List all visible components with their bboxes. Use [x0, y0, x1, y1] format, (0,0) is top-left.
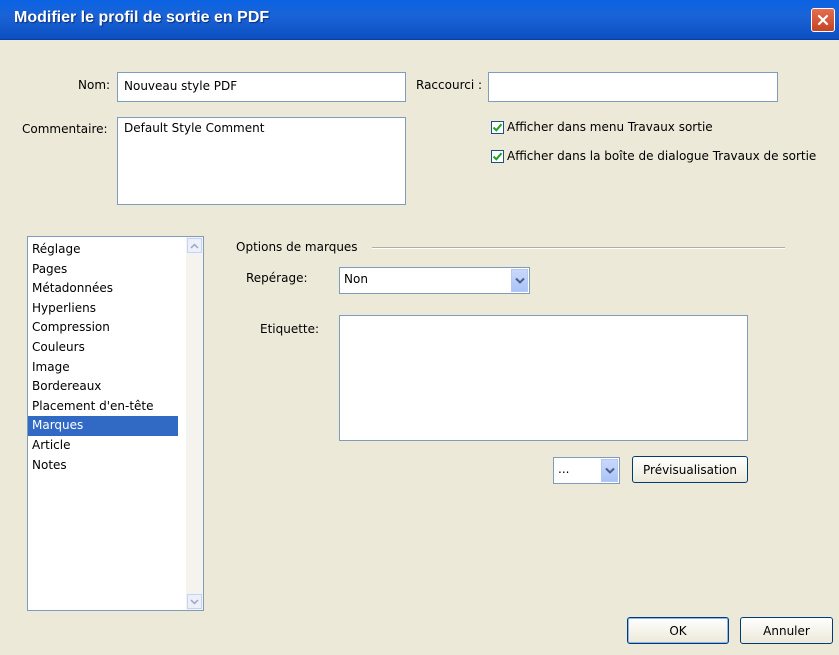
- checkbox-show-in-menu[interactable]: Afficher dans menu Travaux sortie: [491, 120, 713, 134]
- comment-label: Commentaire:: [22, 122, 108, 136]
- title-bar: Modifier le profil de sortie en PDF: [0, 0, 839, 40]
- list-item[interactable]: Image: [28, 358, 203, 378]
- dropdown-button[interactable]: [601, 459, 618, 482]
- dropdown-button[interactable]: [511, 269, 528, 292]
- registration-select[interactable]: Non: [339, 267, 530, 294]
- group-divider: [372, 247, 785, 249]
- label-field[interactable]: [339, 315, 748, 441]
- chevron-up-icon: [190, 242, 199, 249]
- checkbox-label: Afficher dans menu Travaux sortie: [507, 120, 713, 134]
- list-item[interactable]: Métadonnées: [28, 279, 203, 299]
- shortcut-field[interactable]: [488, 72, 778, 102]
- close-button[interactable]: [811, 8, 835, 32]
- scroll-down-button[interactable]: [187, 594, 202, 609]
- checkbox[interactable]: [491, 149, 504, 163]
- group-label-mark-options: Options de marques: [236, 240, 358, 254]
- chevron-down-icon: [190, 598, 199, 605]
- scroll-up-button[interactable]: [187, 238, 202, 253]
- list-scrollbar[interactable]: [186, 237, 203, 610]
- list-item[interactable]: Couleurs: [28, 338, 203, 358]
- list-item[interactable]: Compression: [28, 318, 203, 338]
- list-item[interactable]: Article: [28, 436, 203, 456]
- name-field[interactable]: Nouveau style PDF: [117, 72, 406, 102]
- chevron-down-icon: [604, 467, 615, 474]
- checkbox[interactable]: [491, 120, 504, 134]
- registration-label: Repérage:: [246, 271, 308, 285]
- list-item[interactable]: Placement d'en-tête: [28, 397, 203, 417]
- chevron-down-icon: [514, 277, 525, 284]
- cancel-button[interactable]: Annuler: [740, 617, 833, 644]
- checkmark-icon: [492, 152, 503, 161]
- list-item[interactable]: Pages: [28, 260, 203, 280]
- name-value: Nouveau style PDF: [124, 79, 238, 93]
- checkmark-icon: [492, 123, 503, 132]
- registration-value: Non: [344, 272, 368, 286]
- preview-button-label: Prévisualisation: [643, 462, 737, 477]
- list-item[interactable]: Notes: [28, 456, 203, 476]
- macro-value: ...: [558, 462, 570, 476]
- name-label: Nom:: [78, 78, 111, 92]
- shortcut-label: Raccourci :: [416, 78, 483, 92]
- list-item[interactable]: Réglage: [28, 240, 203, 260]
- list-item-selected[interactable]: Marques: [28, 416, 178, 436]
- label-label: Etiquette:: [260, 322, 320, 336]
- preview-button[interactable]: Prévisualisation: [632, 456, 748, 483]
- checkbox-show-in-dialog[interactable]: Afficher dans la boîte de dialogue Trava…: [491, 149, 816, 163]
- list-item[interactable]: Bordereaux: [28, 377, 203, 397]
- window-title: Modifier le profil de sortie en PDF: [14, 9, 270, 26]
- ok-button[interactable]: OK: [627, 617, 729, 644]
- ok-button-label: OK: [669, 623, 687, 638]
- category-list[interactable]: Réglage Pages Métadonnées Hyperliens Com…: [27, 236, 204, 611]
- close-icon: [817, 14, 829, 26]
- list-item[interactable]: Hyperliens: [28, 299, 203, 319]
- comment-field[interactable]: Default Style Comment: [117, 117, 406, 205]
- checkbox-label: Afficher dans la boîte de dialogue Trava…: [507, 149, 817, 163]
- macro-select[interactable]: ...: [553, 457, 620, 484]
- cancel-button-label: Annuler: [763, 623, 810, 638]
- comment-value: Default Style Comment: [124, 121, 265, 135]
